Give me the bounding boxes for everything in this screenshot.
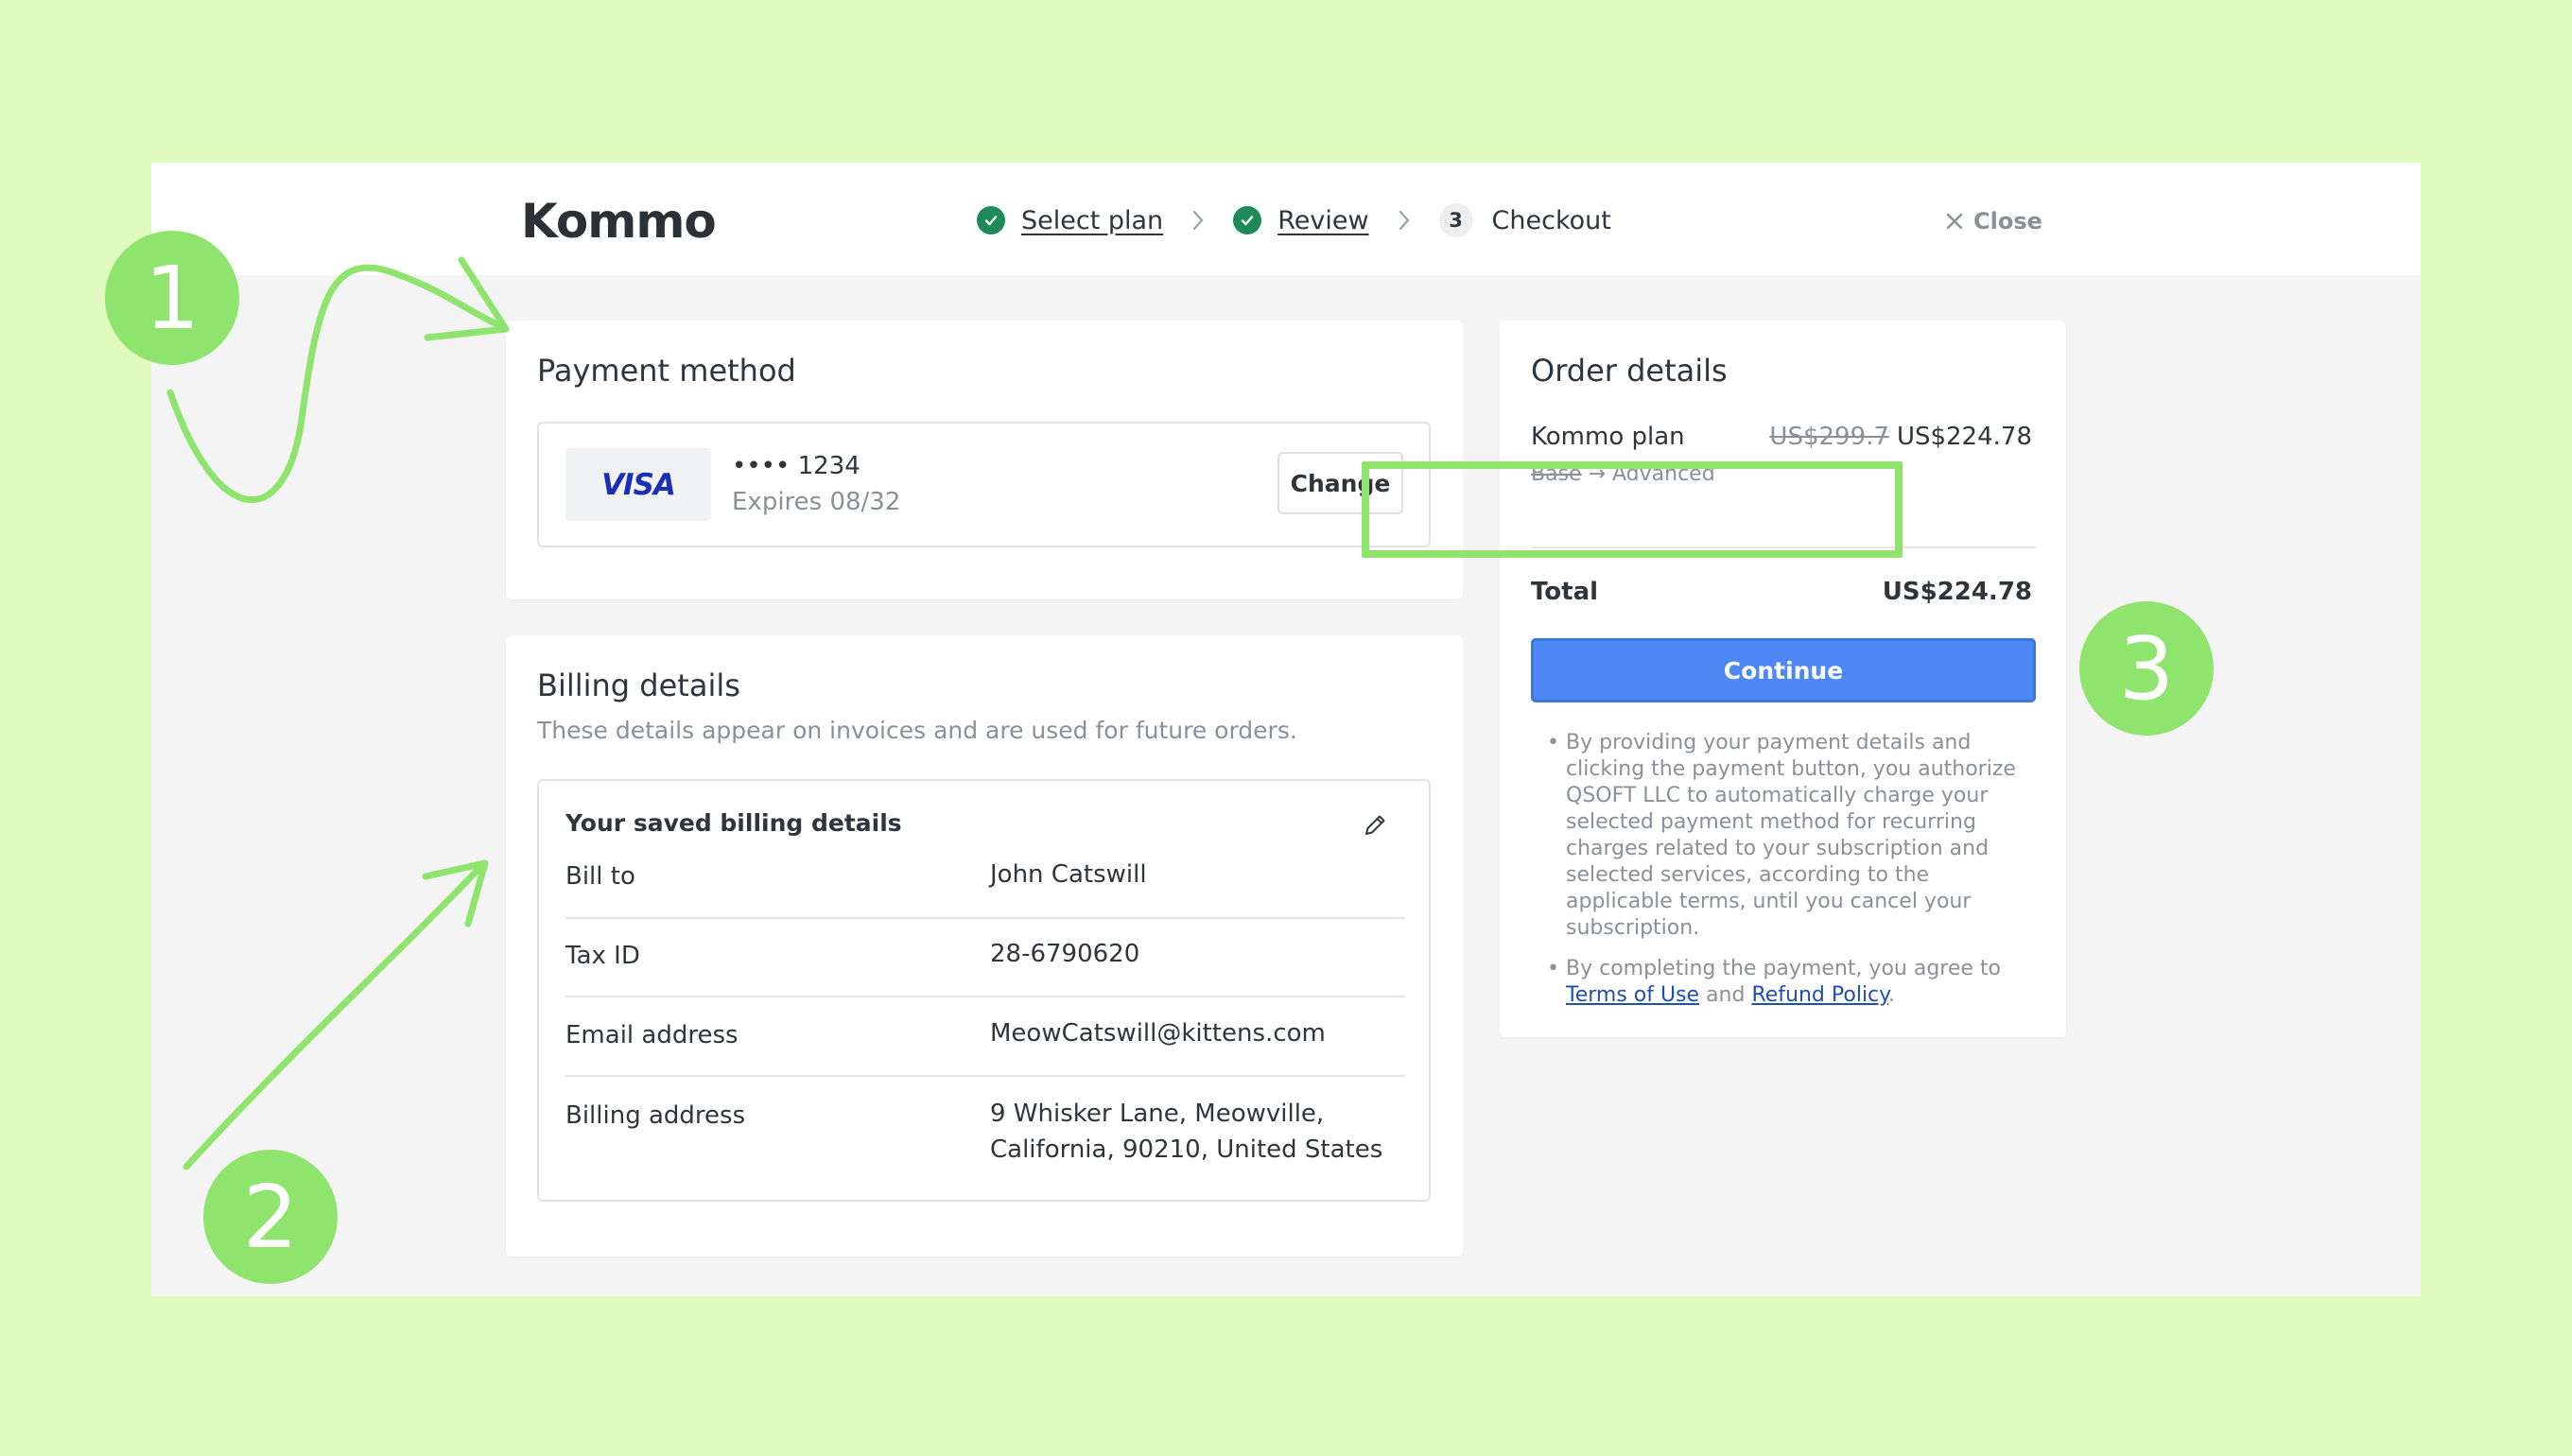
terms-of-use-link[interactable]: Terms of Use — [1566, 983, 1699, 1007]
pencil-icon[interactable] — [1361, 811, 1389, 840]
billing-value: John Catswill — [990, 860, 1147, 889]
plan-name: Kommo plan — [1531, 423, 1685, 451]
step-label[interactable]: Review — [1277, 206, 1368, 235]
billing-row-address: Billing address 9 Whisker Lane, Meowvill… — [565, 1100, 1405, 1177]
billing-value: MeowCatswill@kittens.com — [990, 1019, 1326, 1048]
billing-label: Tax ID — [565, 942, 640, 970]
payment-method-card: Payment method VISA •••• 1234 Expires 08… — [506, 321, 1463, 599]
billing-row-tax-id: Tax ID 28-6790620 — [565, 940, 1405, 997]
step-review[interactable]: Review — [1233, 206, 1369, 235]
total-value: US$224.78 — [1882, 578, 2032, 606]
check-icon — [977, 206, 1005, 234]
annotation-badge-1: 1 — [105, 231, 239, 365]
step-label[interactable]: Select plan — [1021, 206, 1163, 235]
close-button[interactable]: Close — [1945, 202, 2042, 240]
chevron-right-icon — [1191, 209, 1205, 232]
kommo-logo: Kommo — [521, 194, 717, 249]
card-number: •••• 1234 — [732, 452, 860, 480]
arrow-right-icon: → — [1588, 462, 1607, 486]
checkout-steps: Select plan Review 3 Checkout — [977, 199, 1611, 242]
divider — [1531, 546, 2036, 548]
payment-method-title: Payment method — [537, 353, 796, 389]
old-price: US$299.7 — [1769, 423, 1889, 451]
step-select-plan[interactable]: Select plan — [977, 206, 1163, 235]
legal-notes: By providing your payment details and cl… — [1547, 730, 2041, 1023]
step-label: Checkout — [1491, 205, 1611, 235]
billing-value: 9 Whisker Lane, Meowville, California, 9… — [990, 1096, 1382, 1168]
billing-details-subtitle: These details appear on invoices and are… — [537, 717, 1297, 744]
close-icon — [1946, 213, 1963, 230]
checkout-window: Kommo Select plan Review 3 Checkout Clos… — [151, 163, 2421, 1296]
to-plan: Advanced — [1612, 462, 1715, 486]
address-line-2: California, 90210, United States — [990, 1135, 1383, 1164]
billing-details-card: Billing details These details appear on … — [506, 635, 1463, 1257]
refund-policy-link[interactable]: Refund Policy — [1751, 983, 1888, 1007]
billing-details-title: Billing details — [537, 667, 740, 703]
terms-note-and: and — [1699, 983, 1752, 1007]
order-details-card: Order details Kommo plan US$299.7 US$224.… — [1500, 321, 2066, 1037]
billing-value: 28-6790620 — [990, 940, 1140, 968]
billing-label: Email address — [565, 1021, 739, 1049]
billing-label: Billing address — [565, 1101, 746, 1130]
step-number: 3 — [1438, 203, 1473, 237]
saved-billing-details: Your saved billing details Bill to John … — [537, 779, 1431, 1202]
plan-change: Base → Advanced — [1531, 462, 1715, 486]
annotation-badge-3: 3 — [2079, 601, 2214, 736]
order-details-title: Order details — [1531, 353, 1728, 389]
terms-note-text: By completing the payment, you agree to — [1566, 957, 2002, 980]
billing-label: Bill to — [565, 862, 635, 891]
step-checkout: 3 Checkout — [1438, 203, 1611, 237]
continue-button[interactable]: Continue — [1531, 638, 2036, 702]
chevron-right-icon — [1398, 209, 1411, 232]
new-price: US$224.78 — [1896, 423, 2032, 451]
card-brand: VISA — [601, 467, 676, 502]
billing-row-bill-to: Bill to John Catswill — [565, 860, 1405, 919]
address-line-1: 9 Whisker Lane, Meowville, — [990, 1100, 1325, 1128]
billing-row-email: Email address MeowCatswill@kittens.com — [565, 1019, 1405, 1077]
saved-billing-heading: Your saved billing details — [565, 809, 902, 837]
close-label: Close — [1973, 208, 2042, 234]
card-expiry: Expires 08/32 — [732, 488, 901, 516]
from-plan: Base — [1531, 462, 1582, 486]
terms-note: By completing the payment, you agree to … — [1547, 956, 2041, 1009]
plan-price: US$299.7 US$224.78 — [1769, 423, 2032, 451]
authorization-note: By providing your payment details and cl… — [1547, 730, 2041, 942]
visa-logo: VISA — [565, 448, 711, 521]
total-label: Total — [1531, 578, 1599, 606]
saved-card: VISA •••• 1234 Expires 08/32 Change — [537, 422, 1431, 547]
change-card-button[interactable]: Change — [1277, 452, 1403, 514]
check-icon — [1233, 206, 1262, 234]
annotation-badge-2: 2 — [203, 1150, 338, 1284]
terms-note-suffix: . — [1888, 983, 1896, 1007]
